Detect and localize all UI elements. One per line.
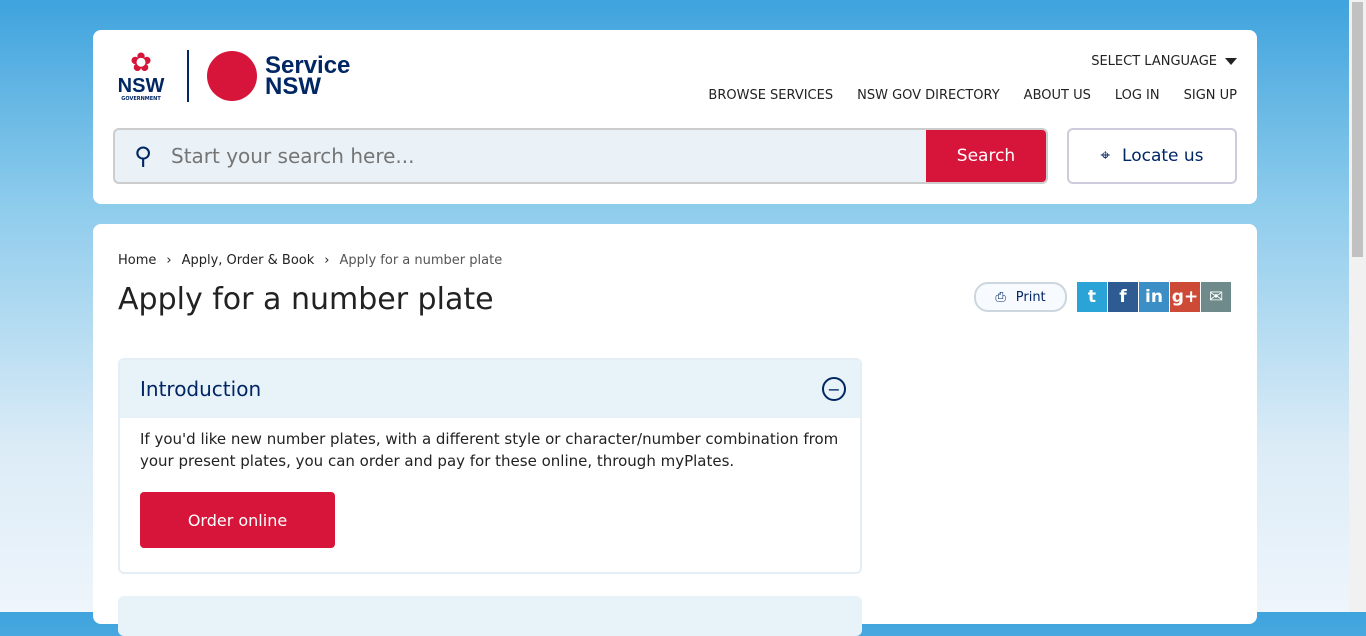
linkedin-icon[interactable]: in	[1139, 282, 1169, 312]
location-pin-icon: ⌖	[1100, 146, 1111, 166]
breadcrumb-apply[interactable]: Apply, Order & Book	[182, 253, 315, 268]
next-accordion[interactable]	[118, 596, 862, 636]
nav-login[interactable]: LOG IN	[1115, 88, 1160, 103]
nav-browse-services[interactable]: BROWSE SERVICES	[708, 88, 833, 103]
scrollbar-thumb[interactable]	[1352, 2, 1363, 257]
nav-directory[interactable]: NSW GOV DIRECTORY	[857, 88, 1000, 103]
order-online-button[interactable]: Order online	[140, 492, 335, 548]
intro-text: If you'd like new number plates, with a …	[140, 430, 839, 470]
email-icon[interactable]: ✉	[1201, 282, 1231, 312]
search-bar: ⚲ Search	[113, 128, 1048, 184]
locate-us-button[interactable]: ⌖ Locate us	[1067, 128, 1237, 184]
divider	[187, 50, 189, 102]
search-icon: ⚲	[134, 142, 152, 170]
page-title: Apply for a number plate	[118, 282, 494, 317]
facebook-icon[interactable]: f	[1108, 282, 1138, 312]
top-nav: BROWSE SERVICES NSW GOV DIRECTORY ABOUT …	[708, 88, 1237, 103]
twitter-icon[interactable]: t	[1077, 282, 1107, 312]
printer-icon: ⎙	[995, 289, 1006, 305]
nsw-government-logo: ✿ NSW GOVERNMENT	[117, 48, 165, 102]
nav-signup[interactable]: SIGN UP	[1184, 88, 1237, 103]
google-plus-icon[interactable]: g+	[1170, 282, 1200, 312]
nav-about[interactable]: ABOUT US	[1024, 88, 1091, 103]
accordion-title: Introduction	[140, 377, 262, 401]
search-button[interactable]: Search	[926, 130, 1046, 182]
chevron-right-icon: ›	[324, 253, 330, 268]
service-nsw-logo-icon	[207, 51, 257, 101]
collapse-icon[interactable]: −	[822, 377, 846, 401]
breadcrumb-home[interactable]: Home	[118, 253, 156, 268]
print-label: Print	[1015, 289, 1046, 305]
accordion-header[interactable]: Introduction −	[120, 360, 860, 418]
logo[interactable]: ✿ NSW GOVERNMENT Service NSW	[113, 50, 350, 102]
caret-down-icon	[1225, 58, 1237, 65]
breadcrumb-current: Apply for a number plate	[339, 253, 503, 268]
language-label: SELECT LANGUAGE	[1091, 54, 1217, 69]
chevron-right-icon: ›	[166, 253, 172, 268]
main-content: Home › Apply, Order & Book › Apply for a n…	[93, 224, 1257, 636]
logo-text-nsw: NSW	[265, 73, 321, 100]
language-select[interactable]: SELECT LANGUAGE	[1091, 54, 1237, 69]
breadcrumb: Home › Apply, Order & Book › Apply for a n…	[118, 253, 502, 268]
scrollbar[interactable]	[1349, 0, 1366, 612]
introduction-accordion: Introduction − If you'd like new number p…	[118, 358, 862, 574]
print-button[interactable]: ⎙ Print	[974, 282, 1067, 312]
locate-label: Locate us	[1122, 146, 1204, 166]
social-share: t f in g+ ✉	[1077, 282, 1231, 312]
site-header: ✿ NSW GOVERNMENT Service NSW SELECT LANGUAG…	[93, 30, 1257, 204]
search-input[interactable]	[171, 130, 926, 182]
